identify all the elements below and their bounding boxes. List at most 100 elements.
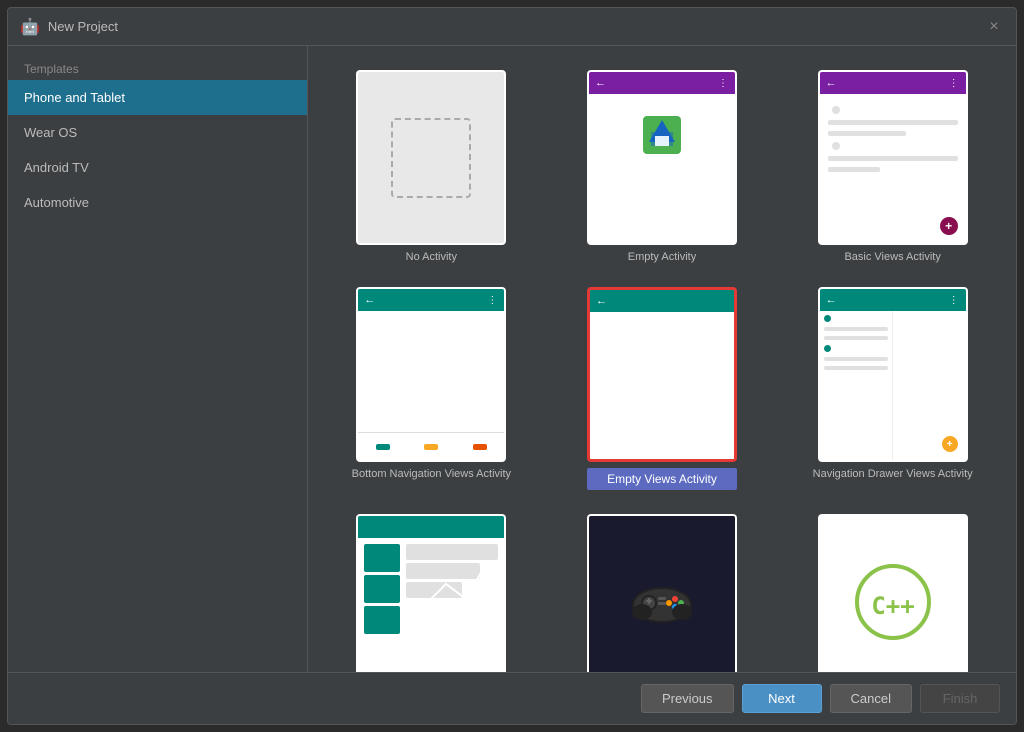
fab-button: + [940, 217, 958, 235]
template-no-activity-label: No Activity [406, 251, 457, 263]
drawer-line-3 [824, 357, 888, 361]
sidebar-section-label: Templates [8, 54, 307, 80]
template-grid: No Activity ← ⋮ [308, 46, 1016, 672]
dialog-title: New Project [48, 19, 118, 34]
game-activity-mockup [589, 516, 735, 672]
back-arrow-icon: ← [596, 295, 607, 307]
nav-drawer-header: ← ⋮ [820, 289, 966, 311]
bottom-nav-header: ← ⋮ [358, 289, 504, 311]
list-line-3 [828, 156, 958, 161]
drawer-panel [820, 311, 893, 460]
grid-preview-header [358, 516, 504, 538]
empty-views-mockup: ← [590, 290, 734, 459]
title-bar-left: 🤖 New Project [20, 17, 118, 37]
drawer-line-1 [824, 327, 888, 331]
list-line-2 [828, 131, 906, 136]
template-basic-views[interactable]: ← ⋮ [785, 66, 1000, 267]
back-arrow-icon: ← [826, 294, 837, 306]
nav-dot-1 [376, 444, 390, 450]
empty-views-body [590, 312, 734, 459]
cancel-button[interactable]: Cancel [830, 684, 912, 713]
template-empty-views-label: Empty Views Activity [587, 468, 737, 490]
drawer-dot-2 [824, 345, 831, 352]
nav-dot-2 [424, 444, 438, 450]
template-navigation-drawer[interactable]: ← ⋮ [785, 283, 1000, 494]
grid-cell-3 [364, 606, 400, 634]
dots-menu-icon: ⋮ [718, 78, 729, 89]
android-logo-icon: 🤖 [20, 17, 40, 37]
sidebar-item-phone-tablet[interactable]: Phone and Tablet [8, 80, 307, 115]
template-empty-activity[interactable]: ← ⋮ [555, 66, 770, 267]
template-basic-views-label: Basic Views Activity [844, 251, 940, 263]
nav-drawer-body: + [820, 311, 966, 460]
nav-drawer-mockup: ← ⋮ [820, 289, 966, 460]
drawer-dot-1 [824, 315, 831, 322]
template-empty-views[interactable]: ← Empty Views Activity [555, 283, 770, 494]
nav-item-3 [456, 433, 505, 460]
next-button[interactable]: Next [742, 684, 822, 713]
list-line-1 [828, 120, 958, 125]
basic-views-list [820, 98, 966, 186]
sidebar-item-automotive[interactable]: Automotive [8, 185, 307, 220]
dashed-placeholder [391, 118, 471, 198]
empty-views-header: ← [590, 290, 734, 312]
grid-col-2 [406, 544, 498, 672]
dots-menu-icon: ⋮ [949, 295, 960, 306]
cpp-mockup: C++ [820, 516, 966, 672]
template-bottom-navigation-preview: ← ⋮ [356, 287, 506, 462]
bottom-nav-mockup: ← ⋮ [358, 289, 504, 460]
grid-preview-body [358, 538, 504, 672]
empty-activity-icon [637, 110, 687, 160]
template-game-activity[interactable]: Game Activity [555, 510, 770, 672]
template-navigation-drawer-preview: ← ⋮ [818, 287, 968, 462]
list-dot-2 [832, 142, 840, 150]
template-bottom-navigation[interactable]: ← ⋮ [324, 283, 539, 494]
template-no-activity[interactable]: No Activity [324, 66, 539, 267]
dots-menu-icon: ⋮ [487, 295, 498, 306]
template-empty-activity-label: Empty Activity [628, 251, 696, 263]
sidebar-item-wear-os[interactable]: Wear OS [8, 115, 307, 150]
chart-line [406, 544, 498, 672]
bottom-nav-body [358, 311, 504, 432]
title-bar: 🤖 New Project × [8, 8, 1016, 46]
template-navigation-drawer-label: Navigation Drawer Views Activity [813, 468, 973, 480]
back-arrow-icon: ← [364, 294, 375, 306]
nav-item-2 [407, 433, 456, 460]
cpp-logo-icon: C++ [853, 562, 933, 642]
no-activity-preview-content [358, 72, 504, 243]
template-fullscreen[interactable]: Fullscreen Activity [324, 510, 539, 672]
sidebar-item-android-tv[interactable]: Android TV [8, 150, 307, 185]
template-empty-activity-preview: ← ⋮ [587, 70, 737, 245]
empty-activity-body [589, 94, 735, 243]
finish-button[interactable]: Finish [920, 684, 1000, 713]
template-no-activity-preview [356, 70, 506, 245]
back-arrow-icon: ← [595, 77, 606, 89]
empty-activity-header: ← ⋮ [589, 72, 735, 94]
svg-text:C++: C++ [871, 592, 914, 620]
template-bottom-navigation-label: Bottom Navigation Views Activity [352, 468, 511, 480]
template-game-activity-preview [587, 514, 737, 672]
nav-dot-3 [473, 444, 487, 450]
dialog-body: Templates Phone and Tablet Wear OS Andro… [8, 46, 1016, 672]
basic-views-mockup: ← ⋮ [820, 72, 966, 243]
list-line-4 [828, 167, 880, 172]
empty-activity-mockup: ← ⋮ [589, 72, 735, 243]
fab-yellow-button: + [942, 436, 958, 452]
game-controller-icon [627, 577, 697, 627]
drawer-line-2 [824, 336, 888, 340]
basic-views-header: ← ⋮ [820, 72, 966, 94]
template-basic-views-preview: ← ⋮ [818, 70, 968, 245]
close-button[interactable]: × [984, 17, 1004, 37]
template-native-cpp[interactable]: C++ Native C++ [785, 510, 1000, 672]
sidebar: Templates Phone and Tablet Wear OS Andro… [8, 46, 308, 672]
template-empty-views-preview: ← [587, 287, 737, 462]
grid-cell-1 [364, 544, 400, 572]
fullscreen-mockup [358, 516, 504, 672]
template-fullscreen-preview [356, 514, 506, 672]
template-native-cpp-preview: C++ [818, 514, 968, 672]
bottom-nav-bar [358, 432, 504, 460]
grid-col-1 [364, 544, 400, 672]
previous-button[interactable]: Previous [641, 684, 734, 713]
back-arrow-icon: ← [826, 77, 837, 89]
dialog-footer: Previous Next Cancel Finish [8, 672, 1016, 724]
